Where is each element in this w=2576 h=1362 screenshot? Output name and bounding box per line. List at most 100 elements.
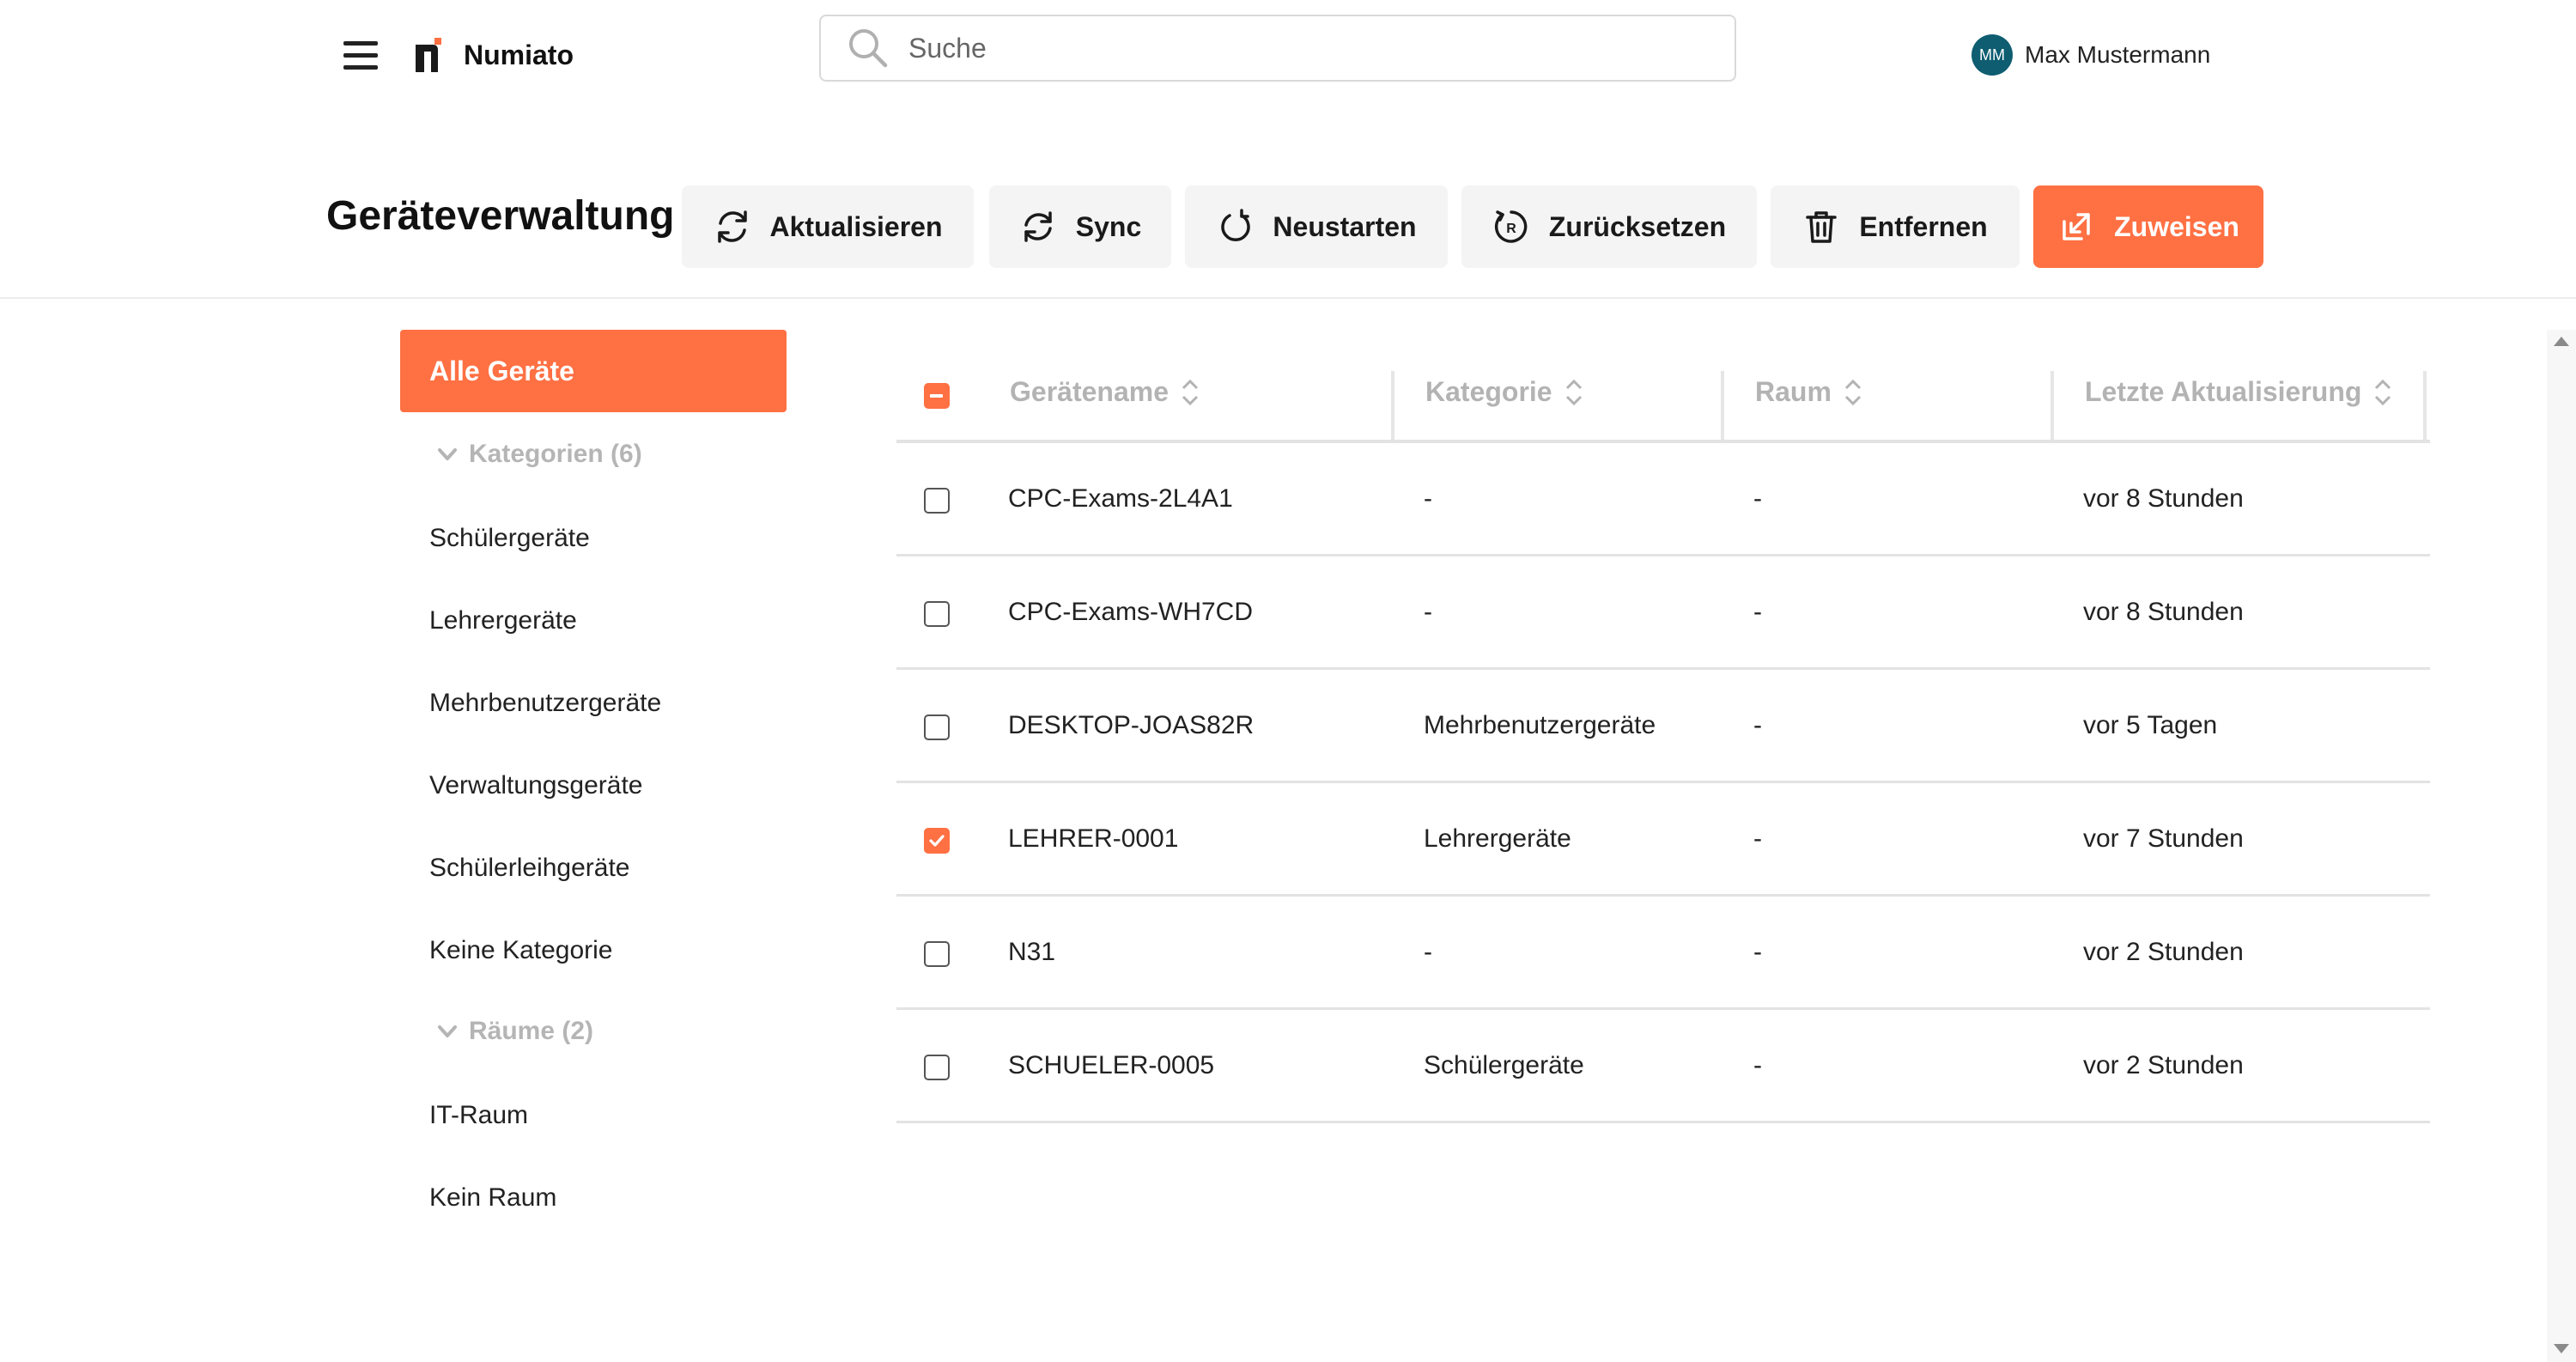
restart-button[interactable]: Neustarten	[1185, 185, 1448, 268]
column-header-category[interactable]: Kategorie	[1425, 376, 1583, 408]
room-cell: -	[1753, 938, 1762, 966]
category-cell: Lehrergeräte	[1424, 824, 1571, 853]
reset-label: Zurücksetzen	[1548, 210, 1727, 242]
column-label: Raum	[1755, 376, 1832, 407]
sidebar-item-category[interactable]: Mehrbenutzergeräte	[429, 689, 661, 718]
sidebar-item-room[interactable]: Kein Raum	[429, 1183, 556, 1213]
last-update-cell: vor 2 Stunden	[2083, 1051, 2244, 1079]
column-label: Kategorie	[1425, 376, 1552, 407]
device-name-cell[interactable]: CPC-Exams-WH7CD	[1008, 598, 1253, 627]
header-divider	[0, 297, 2576, 299]
numiato-logo-icon	[416, 38, 441, 72]
page-title: Geräteverwaltung	[326, 193, 675, 239]
sync-label: Sync	[1075, 210, 1142, 242]
brand-name: Numiato	[464, 40, 574, 70]
column-separator	[2050, 371, 2054, 440]
avatar: MM	[1971, 34, 2013, 76]
last-update-cell: vor 2 Stunden	[2083, 938, 2244, 966]
device-name-cell[interactable]: SCHUELER-0005	[1008, 1051, 1214, 1080]
column-separator	[1721, 371, 1724, 440]
column-header-last-update[interactable]: Letzte Aktualisierung	[2085, 376, 2392, 408]
remove-label: Entfernen	[1859, 210, 1988, 242]
row-divider	[896, 1121, 2430, 1123]
room-cell: -	[1753, 711, 1762, 739]
sort-icon	[1844, 379, 1861, 405]
column-label: Letzte Aktualisierung	[2085, 376, 2362, 407]
device-name-cell[interactable]: N31	[1008, 938, 1055, 967]
search-input[interactable]	[908, 32, 1681, 64]
sidebar-item-category[interactable]: Lehrergeräte	[429, 606, 577, 635]
last-update-cell: vor 7 Stunden	[2083, 824, 2244, 853]
checkmark-icon	[929, 835, 945, 847]
category-cell: -	[1424, 938, 1432, 966]
sidebar-item-category[interactable]: Keine Kategorie	[429, 936, 613, 965]
reset-button[interactable]: R Zurücksetzen	[1461, 185, 1757, 268]
search-bar[interactable]	[819, 15, 1736, 82]
trash-icon	[1806, 211, 1838, 243]
assign-label: Zuweisen	[2114, 210, 2239, 242]
device-name-cell[interactable]: CPC-Exams-2L4A1	[1008, 484, 1233, 514]
row-checkbox[interactable]	[924, 1055, 950, 1080]
column-separator	[2423, 371, 2427, 440]
row-checkbox[interactable]	[924, 714, 950, 740]
row-checkbox[interactable]	[924, 488, 950, 514]
refresh-button[interactable]: Aktualisieren	[682, 185, 974, 268]
category-cell: -	[1424, 484, 1432, 513]
row-checkbox[interactable]	[924, 601, 950, 627]
room-cell: -	[1753, 824, 1762, 853]
restart-icon	[1221, 209, 1251, 241]
row-divider	[896, 667, 2430, 670]
category-cell: -	[1424, 598, 1432, 626]
sidebar-group-rooms[interactable]: Räume (2)	[436, 1017, 593, 1046]
scroll-up-arrow-icon[interactable]	[2554, 337, 2569, 346]
sidebar-item-room[interactable]: IT-Raum	[429, 1101, 528, 1130]
device-name-cell[interactable]: LEHRER-0001	[1008, 824, 1178, 854]
sidebar-item-category[interactable]: Schülerleihgeräte	[429, 854, 629, 883]
menu-icon[interactable]	[343, 41, 378, 70]
room-cell: -	[1753, 484, 1762, 513]
device-name-cell[interactable]: DESKTOP-JOAS82R	[1008, 711, 1254, 740]
restart-label: Neustarten	[1273, 210, 1417, 242]
category-cell: Mehrbenutzergeräte	[1424, 711, 1656, 739]
search-icon	[849, 29, 888, 68]
column-header-device-name[interactable]: Gerätename	[1010, 376, 1200, 408]
column-header-room[interactable]: Raum	[1755, 376, 1862, 408]
sort-icon	[1565, 379, 1582, 405]
scrollbar[interactable]	[2547, 330, 2576, 1362]
chevron-down-icon	[438, 1025, 457, 1037]
reset-icon: R	[1494, 210, 1528, 243]
refresh-label: Aktualisieren	[769, 210, 943, 242]
sidebar-group-categories[interactable]: Kategorien (6)	[436, 440, 642, 469]
row-divider	[896, 554, 2430, 556]
last-update-cell: vor 5 Tagen	[2083, 711, 2218, 739]
select-all-checkbox[interactable]	[924, 383, 950, 409]
sidebar-item-category[interactable]: Schülergeräte	[429, 524, 590, 553]
refresh-icon	[717, 210, 747, 243]
sort-icon	[2375, 379, 2391, 405]
column-label: Gerätename	[1010, 376, 1169, 407]
last-update-cell: vor 8 Stunden	[2083, 484, 2244, 513]
room-cell: -	[1753, 598, 1762, 626]
rooms-header: Räume (2)	[469, 1017, 594, 1045]
remove-button[interactable]: Entfernen	[1771, 185, 2020, 268]
assign-icon	[2063, 213, 2090, 240]
sync-button[interactable]: Sync	[989, 185, 1171, 268]
row-checkbox[interactable]	[924, 828, 950, 854]
sidebar-item-category[interactable]: Verwaltungsgeräte	[429, 771, 643, 800]
row-divider	[896, 894, 2430, 897]
table-header-line	[896, 440, 2430, 443]
sidebar-item-all-devices[interactable]: Alle Geräte	[400, 330, 787, 412]
svg-text:R: R	[1506, 222, 1516, 236]
row-divider	[896, 781, 2430, 783]
row-divider	[896, 1007, 2430, 1010]
room-cell: -	[1753, 1051, 1762, 1079]
column-separator	[1391, 371, 1394, 440]
assign-button[interactable]: Zuweisen	[2033, 185, 2263, 268]
row-checkbox[interactable]	[924, 941, 950, 967]
user-name: Max Mustermann	[2025, 41, 2211, 68]
category-cell: Schülergeräte	[1424, 1051, 1584, 1079]
chevron-down-icon	[438, 448, 457, 460]
sync-icon	[1024, 211, 1052, 242]
scroll-down-arrow-icon[interactable]	[2554, 1344, 2569, 1353]
user-menu[interactable]: MM Max Mustermann	[1971, 34, 2210, 76]
